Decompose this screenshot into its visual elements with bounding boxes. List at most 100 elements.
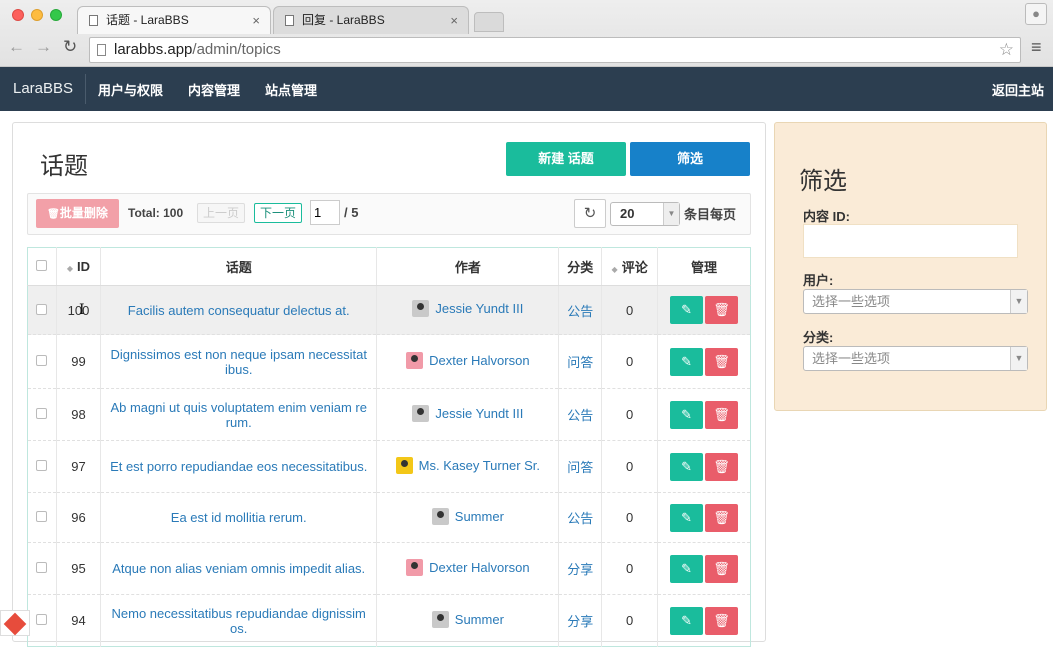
table-row: 100 Facilis autem consequatur delectus at… — [27, 285, 751, 335]
browser-tab-replies[interactable]: 回复 - LaraBBS × — [273, 6, 469, 34]
row-checkbox[interactable] — [36, 614, 48, 625]
row-id: 96 — [55, 492, 101, 543]
brand-logo[interactable]: LaraBBS — [13, 80, 73, 97]
row-select-cell — [27, 388, 57, 441]
nav-item-site[interactable]: 站点管理 — [265, 80, 317, 99]
filter-id-input[interactable] — [803, 224, 1018, 258]
row-select-cell — [27, 334, 57, 389]
column-id[interactable]: ◆ ID — [55, 247, 101, 286]
trash-icon: 🗑 — [713, 406, 730, 422]
address-bar[interactable]: larabbs.app/admin/topics ☆ — [89, 37, 1021, 63]
batch-delete-button[interactable]: 🗑批量删除 — [36, 199, 119, 228]
delete-button[interactable]: 🗑 — [705, 503, 739, 532]
category-link[interactable]: 公告 — [567, 408, 593, 423]
topic-title-link[interactable]: Nemo necessitatibus repudiandae dignissi… — [112, 606, 366, 636]
delete-button[interactable]: 🗑 — [705, 606, 739, 635]
select-all-checkbox[interactable] — [36, 260, 48, 271]
author-link[interactable]: Summer — [431, 507, 504, 525]
author-link[interactable]: Ms. Kasey Turner Sr. — [395, 456, 541, 474]
filter-user-select[interactable]: 选择一些选项 ▼ — [803, 289, 1028, 314]
edit-button[interactable]: ✎ — [670, 503, 704, 532]
brush-icon: ✎ — [681, 612, 692, 628]
chevron-down-icon: ▼ — [1010, 347, 1027, 370]
row-category-cell: 公告 — [558, 285, 602, 335]
author-link[interactable]: Summer — [431, 610, 504, 628]
brush-icon: ✎ — [681, 509, 692, 525]
topic-title-link[interactable]: Atque non alias veniam omnis impedit ali… — [112, 561, 365, 576]
nav-item-content[interactable]: 内容管理 — [188, 80, 240, 99]
topic-title-link[interactable]: Facilis autem consequatur delectus at. — [128, 303, 350, 318]
edit-button[interactable]: ✎ — [670, 452, 704, 481]
row-author-cell: Jessie Yundt III — [376, 285, 559, 335]
category-link[interactable]: 分享 — [567, 614, 593, 629]
row-checkbox[interactable] — [36, 303, 48, 315]
delete-button[interactable]: 🗑 — [705, 452, 739, 481]
column-title: 话题 — [99, 247, 377, 286]
batch-delete-label: 批量删除 — [59, 206, 108, 220]
row-actions-cell: ✎ 🗑 — [657, 285, 751, 335]
debugbar-icon[interactable] — [0, 610, 30, 636]
author-name: Ms. Kasey Turner Sr. — [418, 457, 541, 473]
close-tab-icon[interactable]: × — [252, 7, 260, 34]
column-comments[interactable]: ◆ 评论 — [601, 247, 658, 286]
reload-icon[interactable]: ↻ — [63, 37, 77, 57]
column-category: 分类 — [558, 247, 602, 286]
category-link[interactable]: 问答 — [567, 460, 593, 475]
new-tab-button[interactable] — [474, 12, 504, 32]
category-link[interactable]: 问答 — [567, 355, 593, 370]
prev-page-button[interactable]: 上一页 — [197, 203, 245, 223]
row-category-cell: 问答 — [558, 334, 602, 389]
back-arrow-icon[interactable]: ← — [8, 37, 25, 57]
topic-title-link[interactable]: Ea est id mollitia rerum. — [171, 510, 307, 525]
filter-category-select[interactable]: 选择一些选项 ▼ — [803, 346, 1028, 371]
delete-button[interactable]: 🗑 — [705, 554, 739, 583]
menu-icon[interactable]: ≡ — [1031, 37, 1042, 58]
category-link[interactable]: 分享 — [567, 562, 593, 577]
tab-title: 话题 - LaraBBS — [106, 13, 189, 27]
back-to-site-link[interactable]: 返回主站 — [992, 80, 1044, 99]
per-page-select[interactable]: 20 ▼ — [610, 202, 680, 226]
filter-id-label: 内容 ID: — [803, 209, 850, 224]
maximize-window-button[interactable] — [50, 9, 62, 21]
row-id: 99 — [55, 334, 101, 389]
author-link[interactable]: Jessie Yundt III — [412, 404, 523, 422]
new-topic-button[interactable]: 新建 话题 — [506, 142, 626, 176]
category-link[interactable]: 公告 — [567, 304, 593, 319]
avatar — [406, 351, 424, 369]
topic-title-link[interactable]: Et est porro repudiandae eos necessitati… — [110, 459, 367, 474]
row-checkbox[interactable] — [36, 562, 48, 573]
table-row: 95 Atque non alias veniam omnis impedit a… — [27, 542, 751, 595]
filter-button[interactable]: 筛选 — [630, 142, 750, 176]
forward-arrow-icon[interactable]: → — [35, 37, 52, 57]
category-link[interactable]: 公告 — [567, 511, 593, 526]
profile-button[interactable]: ● — [1025, 3, 1047, 25]
next-page-button[interactable]: 下一页 — [254, 203, 302, 223]
row-checkbox[interactable] — [36, 408, 48, 419]
author-link[interactable]: Dexter Halvorson — [406, 351, 530, 369]
edit-button[interactable]: ✎ — [670, 296, 704, 324]
minimize-window-button[interactable] — [31, 9, 43, 21]
delete-button[interactable]: 🗑 — [705, 400, 739, 429]
browser-tab-topics[interactable]: 话题 - LaraBBS × — [77, 6, 271, 34]
topic-title-link[interactable]: Dignissimos est non neque ipsam necessit… — [110, 347, 367, 377]
page-number-input[interactable] — [310, 200, 340, 225]
delete-button[interactable]: 🗑 — [705, 296, 739, 324]
row-actions-cell: ✎ 🗑 — [657, 388, 751, 441]
trash-icon: 🗑 — [713, 509, 730, 525]
close-window-button[interactable] — [12, 9, 24, 21]
row-checkbox[interactable] — [36, 460, 48, 471]
refresh-button[interactable]: ↻ — [574, 199, 606, 228]
row-checkbox[interactable] — [36, 511, 48, 522]
delete-button[interactable]: 🗑 — [705, 347, 739, 376]
edit-button[interactable]: ✎ — [670, 554, 704, 583]
nav-item-users-permissions[interactable]: 用户与权限 — [98, 80, 163, 99]
edit-button[interactable]: ✎ — [670, 400, 704, 429]
edit-button[interactable]: ✎ — [670, 347, 704, 376]
author-link[interactable]: Dexter Halvorson — [406, 558, 530, 576]
topic-title-link[interactable]: Ab magni ut quis voluptatem enim veniam … — [110, 400, 367, 430]
bookmark-star-icon[interactable]: ☆ — [999, 38, 1014, 62]
row-checkbox[interactable] — [36, 355, 48, 366]
close-tab-icon[interactable]: × — [450, 7, 458, 34]
author-link[interactable]: Jessie Yundt III — [412, 300, 523, 317]
edit-button[interactable]: ✎ — [670, 606, 704, 635]
